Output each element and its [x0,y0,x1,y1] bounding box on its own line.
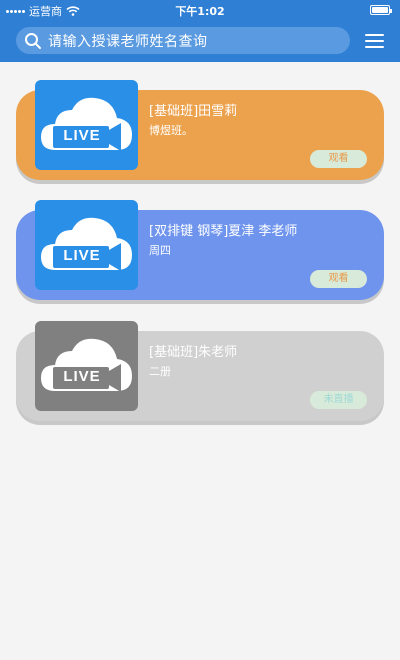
course-card[interactable]: LIVE [双排键 钢琴]夏津 李老师 周四观看 [16,200,384,304]
course-title: [基础班]朱老师 [149,345,238,360]
search-icon [25,32,41,49]
course-card[interactable]: LIVE [基础班]田雪莉 博煜班。观看 [16,80,384,184]
course-card[interactable]: LIVE [基础班]朱老师 二册未直播 [16,321,384,425]
live-thumbnail[interactable]: LIVE [35,80,138,170]
course-subtitle: 二册 [149,365,171,378]
live-thumbnail[interactable]: LIVE [35,321,138,411]
search-input[interactable]: 请输入授课老师姓名查询 [48,31,208,51]
live-label: LIVE [63,127,101,144]
watch-button[interactable]: 观看 [310,150,367,168]
course-title: [基础班]田雪莉 [149,104,238,119]
live-cloud-icon [35,321,138,411]
search-bar[interactable]: 请输入授课老师姓名查询 [16,27,350,54]
battery-icon [370,5,392,15]
watch-button[interactable]: 观看 [310,270,367,288]
live-label: LIVE [63,368,101,385]
live-cloud-icon [35,200,138,290]
live-thumbnail[interactable]: LIVE [35,200,138,290]
not-live-button[interactable]: 未直播 [310,391,367,409]
menu-icon[interactable] [365,34,384,48]
course-subtitle: 博煜班。 [149,124,193,137]
course-title: [双排键 钢琴]夏津 李老师 [149,224,298,239]
live-cloud-icon [35,80,138,170]
course-subtitle: 周四 [149,244,171,257]
live-label: LIVE [63,247,101,264]
status-bar: 运营商 下午1:02 [0,0,400,20]
status-time: 下午1:02 [175,5,225,18]
app-header: 运营商 下午1:02 请输入授课老师姓名查询 [0,0,400,62]
